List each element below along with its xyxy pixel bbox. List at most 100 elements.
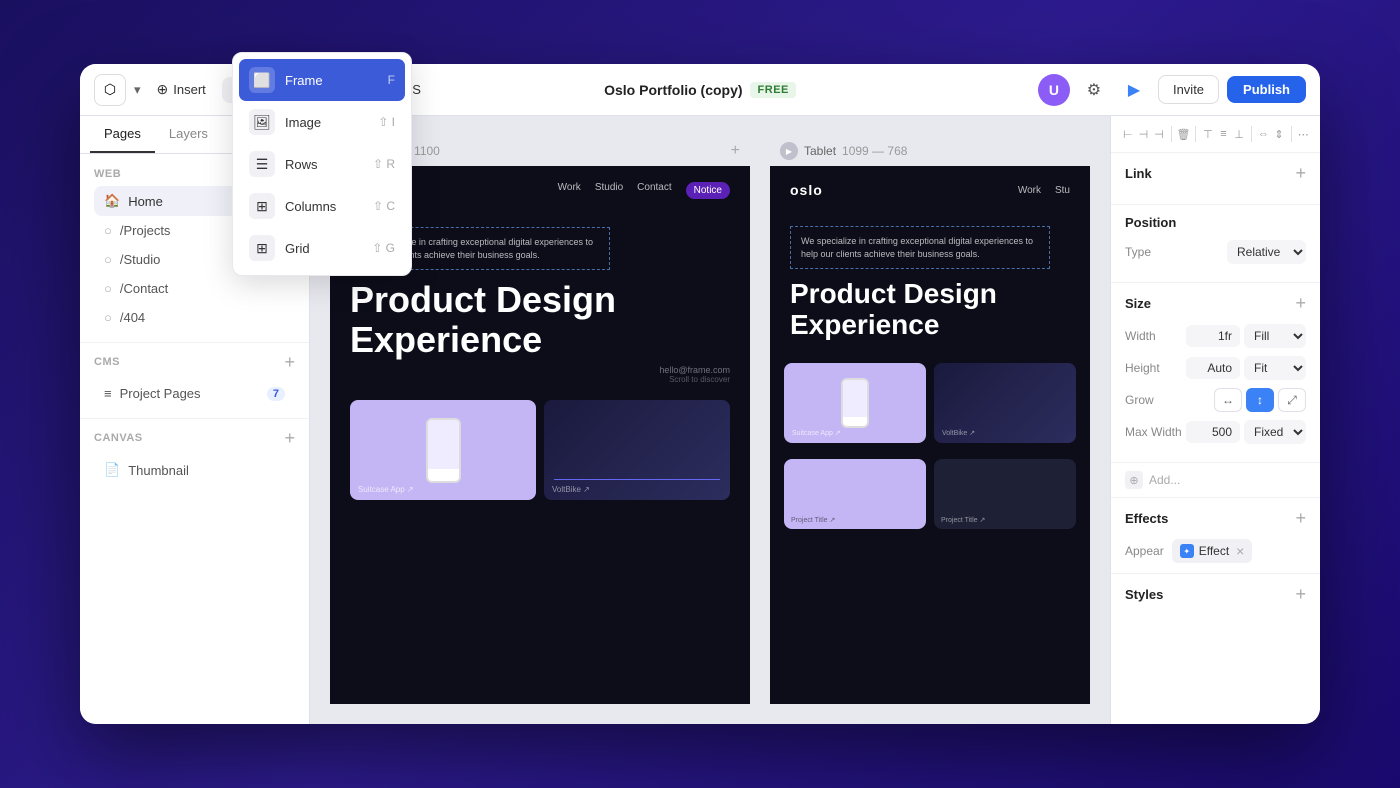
tablet-nav-studio: Stu xyxy=(1055,185,1070,196)
tablet-portfolio-nav: oslo Work Stu xyxy=(770,166,1090,214)
phone-mockup-1 xyxy=(426,418,461,483)
grow-btn-expand[interactable]: ⤢ xyxy=(1278,388,1306,412)
styles-add-btn[interactable]: + xyxy=(1295,584,1306,605)
dropdown-image-label: Image xyxy=(285,116,310,130)
grow-btn-shrink[interactable]: ↔ xyxy=(1214,388,1242,412)
app-logo[interactable]: ⬡ xyxy=(94,74,126,106)
nav-work: Work xyxy=(558,182,581,199)
max-width-mode-select[interactable]: Fixed Fill xyxy=(1244,420,1306,444)
logo-dropdown-arrow[interactable]: ▾ xyxy=(134,82,141,98)
grow-row: Grow ↔ ↕ ⤢ xyxy=(1125,388,1306,412)
position-type-label: Type xyxy=(1125,245,1151,259)
project-label-1: Suitcase App ↗ xyxy=(358,485,414,494)
width-mode-select[interactable]: Fill Fixed Fit xyxy=(1244,324,1306,348)
columns-icon: ⊞ xyxy=(249,193,275,219)
dropdown-grid[interactable]: ⊞ Grid ⇧ G xyxy=(239,227,310,269)
delete-btn[interactable]: 🗑 xyxy=(1176,124,1190,144)
avatar[interactable]: U xyxy=(1038,74,1070,106)
nav-hire[interactable]: Notice xyxy=(686,182,730,199)
width-input[interactable] xyxy=(1186,325,1240,347)
size-section: Size + Width Fill Fixed Fit Hei xyxy=(1111,283,1320,463)
effect-close-btn[interactable]: × xyxy=(1236,543,1244,559)
effects-add-btn[interactable]: + xyxy=(1295,508,1306,529)
add-link-icon: ⊕ xyxy=(1125,471,1143,489)
dropdown-rows[interactable]: ☰ Rows ⇧ R xyxy=(239,143,310,185)
nav-item-404[interactable]: ○ /404 xyxy=(94,303,295,332)
more-btn[interactable]: ⋯ xyxy=(1296,124,1310,144)
tablet-nav-links: Work Stu xyxy=(1018,185,1070,196)
styles-section: Styles + xyxy=(1111,574,1320,625)
height-row: Height Fit Fixed Fill xyxy=(1125,356,1306,380)
nav-studio-label: /Studio xyxy=(120,252,160,267)
link-section: Link + xyxy=(1111,153,1320,205)
tablet-projects-grid: Suitcase App ↗ VoltBike ↗ xyxy=(770,363,1090,443)
position-type-row: Type Relative Absolute Fixed xyxy=(1125,240,1306,264)
distribute-v-btn[interactable]: ⇕ xyxy=(1272,124,1286,144)
insert-button[interactable]: ⊕ Insert xyxy=(147,76,216,103)
dropdown-columns[interactable]: ⊞ Columns ⇧ C xyxy=(239,185,310,227)
grow-btn-grow[interactable]: ↕ xyxy=(1246,388,1274,412)
add-link[interactable]: ⊕ Add... xyxy=(1125,471,1180,489)
styles-section-title: Styles xyxy=(1125,587,1163,602)
toolbar-center: Oslo Portfolio (copy) FREE xyxy=(604,82,796,98)
align-right-btn[interactable]: ⊣ xyxy=(1152,124,1166,144)
height-mode-select[interactable]: Fit Fixed Fill xyxy=(1244,356,1306,380)
tablet-phone-1 xyxy=(841,378,869,428)
tablet-play-button[interactable]: ▶ xyxy=(780,142,798,160)
projects-grid: Suitcase App ↗ VoltBike ↗ xyxy=(330,400,750,500)
cms-item-project-pages[interactable]: ≡ Project Pages 7 xyxy=(94,379,295,408)
right-panel: ⊢ ⊣ ⊣ 🗑 ⊤ ≡ ⊥ ⇔ ⇕ ⋯ Link + xyxy=(1110,116,1320,724)
tablet-hero-title: Product Design Experience xyxy=(790,279,1070,341)
home-icon: 🏠 xyxy=(104,193,120,209)
grow-label: Grow xyxy=(1125,393,1154,407)
publish-label: Publish xyxy=(1243,82,1290,97)
left-panel: Pages Layers Web 🏠 Home ○ /Projects ○ xyxy=(80,116,310,724)
toolbar-sep-3 xyxy=(1251,126,1252,142)
size-add-btn[interactable]: + xyxy=(1295,293,1306,314)
tab-layers[interactable]: Layers xyxy=(155,116,222,153)
canvas-add-icon[interactable]: + xyxy=(284,429,295,447)
distribute-h-btn[interactable]: ⇔ xyxy=(1257,124,1271,144)
nav-item-contact[interactable]: ○ /Contact xyxy=(94,274,295,303)
add-label: Add... xyxy=(1149,473,1180,487)
grow-options: ↔ ↕ ⤢ xyxy=(1214,388,1306,412)
effects-section: Effects + Appear ✦ Effect × xyxy=(1111,498,1320,574)
circle-icon-3: ○ xyxy=(104,281,112,296)
toolbar-sep-1 xyxy=(1171,126,1172,142)
publish-button[interactable]: Publish xyxy=(1227,76,1306,103)
align-left-btn[interactable]: ⊢ xyxy=(1121,124,1135,144)
tablet-hero-subtitle: We specialize in crafting exceptional di… xyxy=(801,235,1039,260)
grid-icon: ⊞ xyxy=(249,235,275,261)
max-width-input[interactable] xyxy=(1186,421,1240,443)
tablet-oslo-logo: oslo xyxy=(790,182,823,198)
tab-pages[interactable]: Pages xyxy=(90,116,155,153)
tablet-nav-work: Work xyxy=(1018,185,1041,196)
play-button[interactable]: ▶ xyxy=(1118,74,1150,106)
canvas-thumbnail-item[interactable]: 📄 Thumbnail xyxy=(94,455,295,485)
settings-button[interactable]: ⚙ xyxy=(1078,74,1110,106)
insert-icon: ⊕ xyxy=(157,81,169,98)
hero-email: hello@frame.com xyxy=(350,365,730,375)
invite-label: Invite xyxy=(1173,82,1204,97)
tablet-project-2: VoltBike ↗ xyxy=(934,363,1076,443)
tablet-hero: We specialize in crafting exceptional di… xyxy=(770,214,1090,363)
dropdown-image[interactable]: 🖼 Image ⇧ I xyxy=(239,116,310,143)
project-pages-label: Project Pages xyxy=(120,386,201,401)
height-input[interactable] xyxy=(1186,357,1240,379)
insert-label: Insert xyxy=(173,82,206,97)
cms-add-icon[interactable]: + xyxy=(284,353,295,371)
invite-button[interactable]: Invite xyxy=(1158,75,1219,104)
align-bottom-btn[interactable]: ⊥ xyxy=(1232,124,1246,144)
nav-projects-label: /Projects xyxy=(120,223,171,238)
link-add-btn[interactable]: + xyxy=(1295,163,1306,184)
nav-studio: Studio xyxy=(595,182,623,199)
canvas-area[interactable]: ▶ Desktop 1100 + oslo Work Studio Contac… xyxy=(310,116,1110,724)
position-type-select[interactable]: Relative Absolute Fixed xyxy=(1227,240,1306,264)
align-mid-btn[interactable]: ≡ xyxy=(1217,124,1231,144)
align-center-h-btn[interactable]: ⊣ xyxy=(1137,124,1151,144)
effects-row: Appear ✦ Effect × xyxy=(1125,539,1306,563)
rows-icon: ☰ xyxy=(249,151,275,177)
nav-links: Work Studio Contact Notice xyxy=(558,182,730,199)
align-top-btn[interactable]: ⊤ xyxy=(1201,124,1215,144)
desktop-add-icon[interactable]: + xyxy=(731,142,740,160)
